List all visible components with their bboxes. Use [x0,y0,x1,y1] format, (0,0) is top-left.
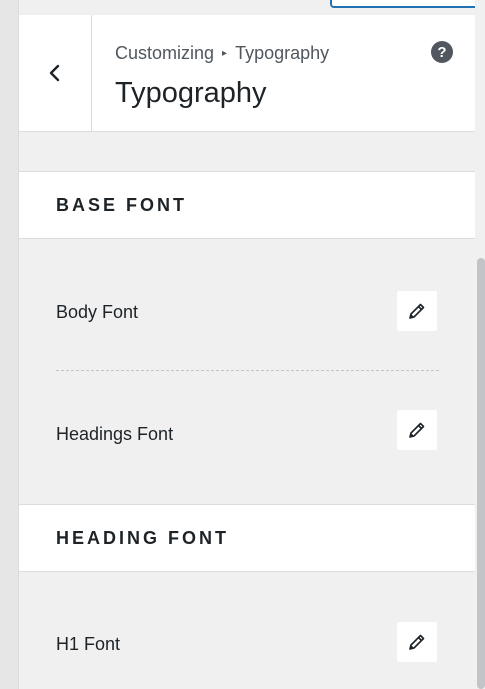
page-title: Typography [115,77,267,109]
chevron-left-icon [49,64,60,82]
back-button[interactable] [19,15,92,131]
control-label: Headings Font [56,424,174,444]
publish-button-edge[interactable] [330,0,480,8]
breadcrumb-parent: Customizing [115,43,215,63]
panel-header: Customizing ▸ Typography Typography ? [19,15,475,132]
control-label: Body Font [56,302,139,322]
scrollbar-thumb[interactable] [477,258,485,689]
edit-body-font-button[interactable] [396,290,438,332]
breadcrumb-current: Typography [235,43,330,63]
edit-h1-font-button[interactable] [396,621,438,663]
section-title: HEADING FONT [56,528,229,548]
help-icon[interactable]: ? [431,41,453,63]
control-headings-font: Headings Font [19,371,475,503]
section-title: BASE FONT [56,195,188,215]
section-header-heading-font: HEADING FONT [19,504,475,572]
breadcrumb: Customizing ▸ Typography [115,43,329,64]
customizer-panel: Customizing ▸ Typography Typography ? BASE… [0,0,485,689]
control-label: H1 Font [56,634,121,654]
previous-panel-edge [0,0,19,689]
control-h1-font: H1 Font [19,571,475,689]
pencil-icon [409,422,425,438]
breadcrumb-separator-icon: ▸ [222,48,228,59]
pencil-icon [409,303,425,319]
section-header-base-font: BASE FONT [19,171,475,239]
control-body-font: Body Font [19,238,475,370]
pencil-icon [409,634,425,650]
edit-headings-font-button[interactable] [396,409,438,451]
